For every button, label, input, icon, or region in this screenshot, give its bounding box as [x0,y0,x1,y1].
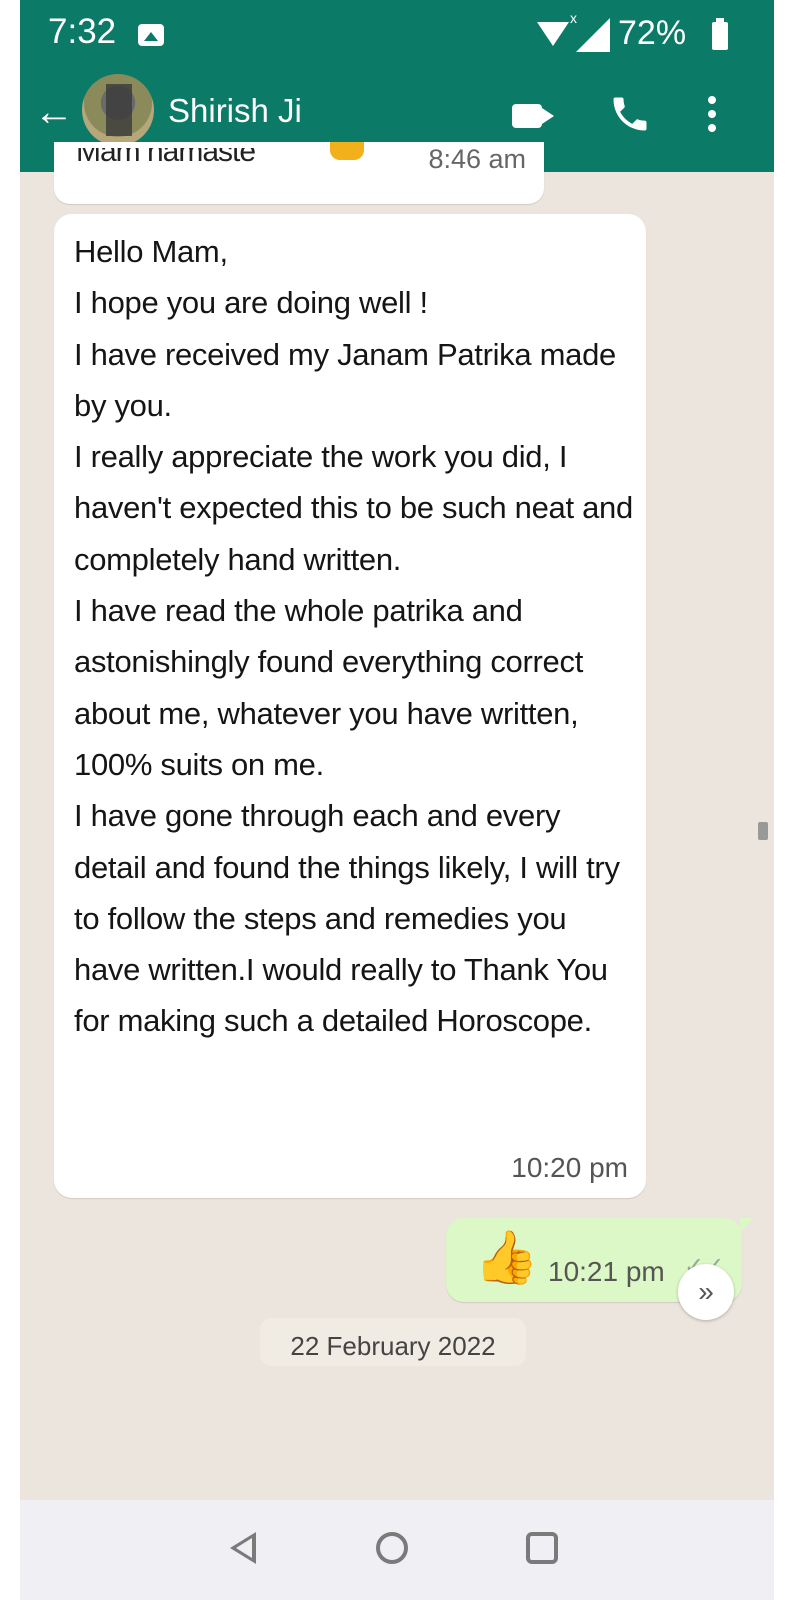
nav-recents-icon[interactable] [526,1532,558,1564]
back-arrow-icon[interactable]: ← [34,92,74,132]
signal-icon [576,18,610,52]
contact-name[interactable]: Shirish Ji [168,92,302,130]
gallery-notification-icon [138,24,164,46]
wifi-icon [537,22,569,46]
video-call-icon[interactable] [512,104,542,128]
outgoing-message-time: 10:21 pm [548,1256,665,1287]
previous-message-bubble[interactable]: Mam namaste 8:46 am [54,142,544,204]
previous-message-time: 8:46 am [428,144,526,174]
more-options-icon[interactable] [706,96,718,136]
chat-area[interactable]: Mam namaste 8:46 am Hello Mam, I hope yo… [20,142,774,1600]
nav-home-icon[interactable] [376,1532,408,1564]
status-time: 7:32 [48,12,117,51]
phone-screen: 7:32 x 72% ← Shirish Ji Mam namaste 8:46… [20,0,774,1600]
nav-back-icon[interactable] [230,1532,256,1564]
status-bar: 7:32 x 72% [20,8,774,58]
scroll-to-bottom-button[interactable]: » [678,1264,734,1320]
previous-message-text: Mam namaste [76,148,255,164]
incoming-message-bubble[interactable]: Hello Mam, I hope you are doing well ! I… [54,214,646,1198]
avatar[interactable] [82,74,154,146]
incoming-message-text: Hello Mam, I hope you are doing well ! I… [74,234,633,1039]
incoming-message-time: 10:20 pm [511,1152,628,1183]
system-navigation-bar [20,1500,774,1600]
scrollbar-thumb[interactable] [758,822,768,840]
thumbs-up-emoji-icon: 👍 [474,1229,539,1287]
date-chip: 22 February 2022 [260,1318,526,1366]
battery-icon [712,18,728,50]
battery-percentage: 72% [618,14,687,52]
folded-hands-emoji-icon [330,142,364,160]
phone-call-icon[interactable] [608,92,652,136]
